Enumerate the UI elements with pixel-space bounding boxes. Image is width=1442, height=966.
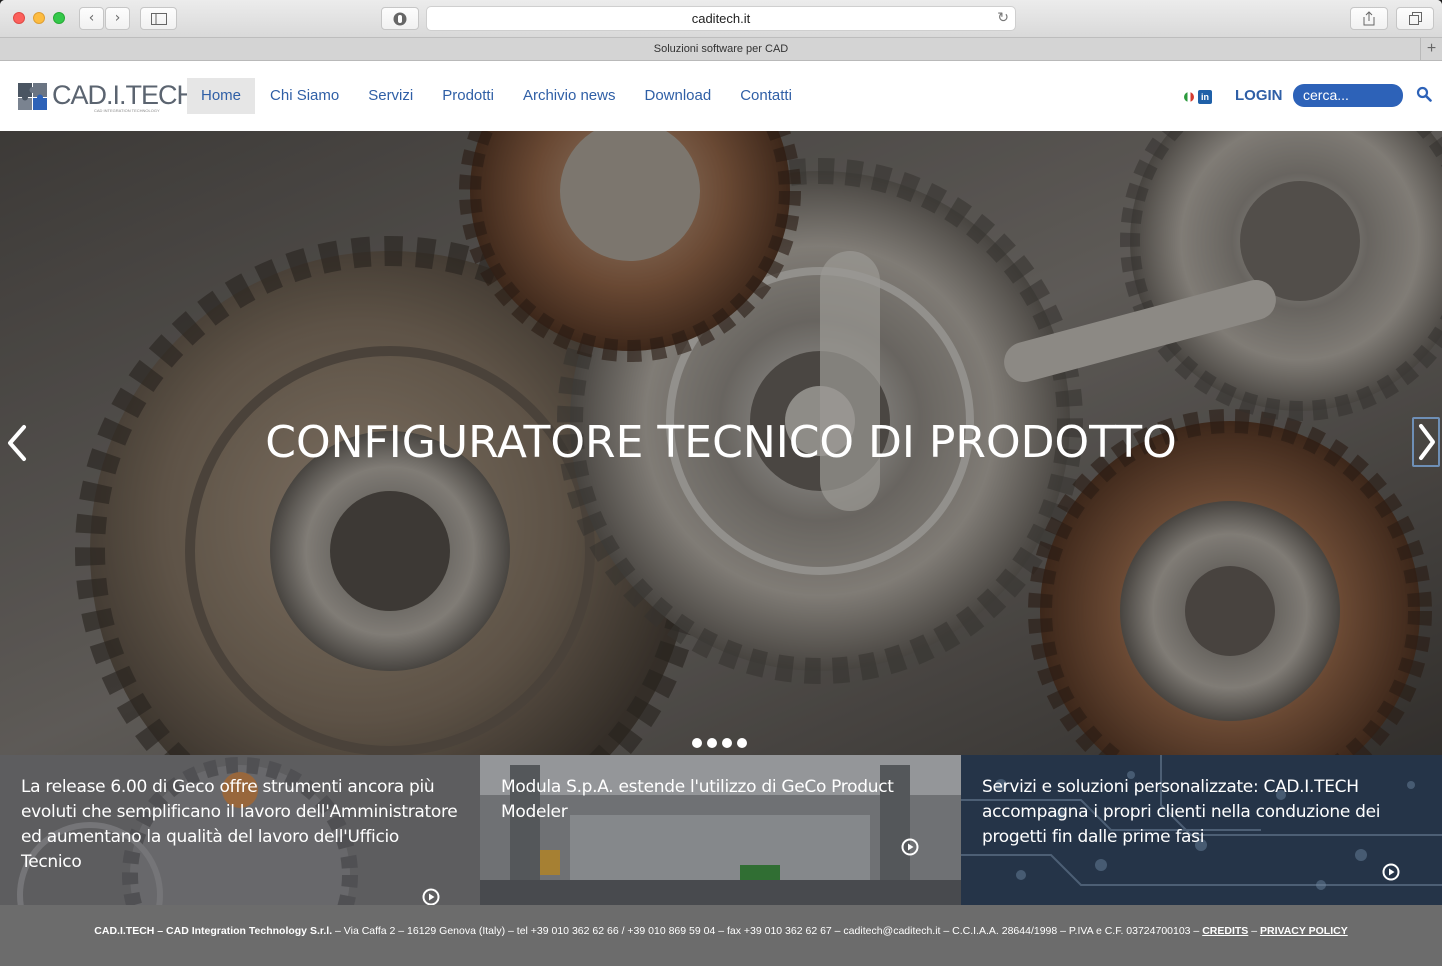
nav-archivio-news[interactable]: Archivio news xyxy=(509,78,630,114)
news-panel-geco[interactable]: La release 6.00 di Geco offre strumenti … xyxy=(0,755,480,905)
news-text-servizi: Servizi e soluzioni personalizzate: CAD.… xyxy=(982,777,1381,847)
puzzle-logo-icon xyxy=(18,83,47,110)
slider-next-button[interactable] xyxy=(1412,417,1440,467)
nav-chi-siamo[interactable]: Chi Siamo xyxy=(256,78,353,114)
footer-company: CAD.I.TECH – CAD Integration Technology … xyxy=(94,925,333,937)
slider-dot-1[interactable] xyxy=(692,738,702,748)
new-tab-button[interactable]: + xyxy=(1420,38,1442,60)
nav-home[interactable]: Home xyxy=(187,78,256,114)
share-icon xyxy=(1363,11,1375,26)
browser-window: ‹ › caditech.it ↻ Soluzioni software per… xyxy=(0,0,1442,966)
play-icon[interactable] xyxy=(422,888,440,905)
back-button[interactable]: ‹ xyxy=(79,7,104,30)
privacy-button[interactable] xyxy=(381,7,419,30)
main-nav: Home Chi Siamo Servizi Prodotti Archivio… xyxy=(187,78,807,114)
search-icon[interactable] xyxy=(1416,86,1432,102)
italian-flag-icon[interactable] xyxy=(1184,92,1194,102)
chevron-left-icon: ‹ xyxy=(88,10,95,26)
chevron-right-icon: › xyxy=(114,10,121,26)
url-text: caditech.it xyxy=(691,11,751,26)
nav-contatti[interactable]: Contatti xyxy=(726,78,806,114)
play-icon[interactable] xyxy=(901,838,919,856)
privacy-policy-link[interactable]: PRIVACY POLICY xyxy=(1260,925,1348,937)
news-panel-modula[interactable]: Modula S.p.A. estende l'utilizzo di GeCo… xyxy=(480,755,961,905)
chevron-right-icon xyxy=(1419,424,1435,460)
slider-dot-2[interactable] xyxy=(707,738,717,748)
reload-icon[interactable]: ↻ xyxy=(997,7,1009,30)
forward-button[interactable]: › xyxy=(105,7,130,30)
search-input[interactable]: cerca... xyxy=(1293,84,1403,107)
site-footer: CAD.I.TECH – CAD Integration Technology … xyxy=(0,905,1442,966)
footer-separator: – xyxy=(1248,925,1260,937)
tab-title[interactable]: Soluzioni software per CAD xyxy=(654,43,789,55)
hero-slider: CONFIGURATORE TECNICO DI PRODOTTO xyxy=(0,131,1442,755)
browser-toolbar: ‹ › caditech.it ↻ xyxy=(0,0,1442,38)
social-links: in xyxy=(1184,90,1212,104)
logo-text: CAD.I.TECH xyxy=(52,80,196,110)
chevron-left-icon[interactable] xyxy=(6,423,28,463)
slider-dot-3[interactable] xyxy=(722,738,732,748)
tabs-icon xyxy=(1408,12,1422,25)
linkedin-icon[interactable]: in xyxy=(1198,90,1212,104)
news-text-modula: Modula S.p.A. estende l'utilizzo di GeCo… xyxy=(501,777,894,822)
hero-title: CONFIGURATORE TECNICO DI PRODOTTO xyxy=(265,417,1177,468)
nav-download[interactable]: Download xyxy=(630,78,725,114)
nav-servizi[interactable]: Servizi xyxy=(354,78,427,114)
tabs-overview-button[interactable] xyxy=(1396,7,1434,30)
play-icon[interactable] xyxy=(1382,863,1400,881)
login-link[interactable]: LOGIN xyxy=(1235,87,1283,104)
sidebar-icon xyxy=(150,13,167,25)
address-bar[interactable]: caditech.it ↻ xyxy=(426,6,1016,31)
share-button[interactable] xyxy=(1350,7,1388,30)
footer-details: – Via Caffa 2 – 16129 Genova (Italy) – t… xyxy=(332,925,1203,937)
tab-bar: Soluzioni software per CAD + xyxy=(0,38,1442,61)
slider-dots xyxy=(692,738,752,748)
news-panels: La release 6.00 di Geco offre strumenti … xyxy=(0,755,1442,905)
maximize-window-button[interactable] xyxy=(53,12,65,24)
shield-icon xyxy=(393,12,407,26)
minimize-window-button[interactable] xyxy=(33,12,45,24)
close-window-button[interactable] xyxy=(13,12,25,24)
logo-subtitle: CAD INTEGRATION TECHNOLOGY xyxy=(94,108,160,113)
news-panel-servizi[interactable]: Servizi e soluzioni personalizzate: CAD.… xyxy=(961,755,1442,905)
site-header: CAD.I.TECH CAD INTEGRATION TECHNOLOGY Ho… xyxy=(0,61,1442,131)
site-logo[interactable]: CAD.I.TECH CAD INTEGRATION TECHNOLOGY xyxy=(16,77,196,115)
sidebar-button[interactable] xyxy=(140,7,177,30)
news-text-geco: La release 6.00 di Geco offre strumenti … xyxy=(21,777,458,872)
slider-dot-4[interactable] xyxy=(737,738,747,748)
nav-prodotti[interactable]: Prodotti xyxy=(428,78,508,114)
credits-link[interactable]: CREDITS xyxy=(1202,925,1248,937)
